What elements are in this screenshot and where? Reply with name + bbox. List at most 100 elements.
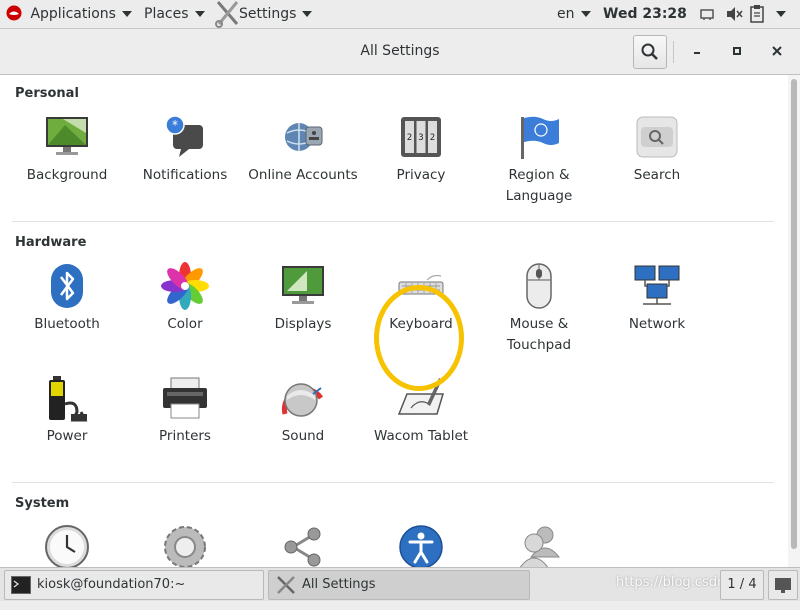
bluetooth-icon bbox=[51, 264, 83, 308]
close-button[interactable] bbox=[765, 39, 789, 63]
volume-muted-icon[interactable] bbox=[725, 0, 743, 28]
panel-users[interactable] bbox=[480, 523, 598, 567]
panel-details[interactable] bbox=[126, 523, 244, 567]
chevron-down-icon bbox=[121, 11, 132, 17]
panel-universal-access[interactable] bbox=[362, 523, 480, 567]
scrollbar-thumb[interactable] bbox=[791, 79, 797, 549]
panel-privacy[interactable]: 2 3 2 Privacy bbox=[362, 113, 480, 213]
workspace-label: 1 / 4 bbox=[727, 577, 757, 592]
svg-text:2: 2 bbox=[407, 133, 412, 143]
date-time-icon bbox=[45, 525, 89, 567]
printers-icon bbox=[163, 377, 207, 419]
search-icon bbox=[641, 43, 658, 60]
settings-panel-grid: Personal Background * Notifications Onli… bbox=[0, 75, 788, 567]
bottom-taskbar: kiosk@foundation70:~ All Settings https:… bbox=[0, 567, 800, 601]
header-bar: All Settings bbox=[0, 29, 800, 75]
window-title: All Settings bbox=[360, 43, 440, 59]
scrollbar[interactable] bbox=[788, 75, 800, 567]
notifications-icon: * bbox=[165, 115, 203, 157]
terminal-icon bbox=[11, 576, 31, 594]
settings-tools-icon bbox=[215, 1, 239, 28]
network-icon bbox=[634, 265, 680, 305]
search-button[interactable] bbox=[633, 35, 667, 69]
places-label: Places bbox=[144, 6, 189, 22]
panel-background[interactable]: Background bbox=[8, 113, 126, 213]
section-divider bbox=[12, 482, 774, 483]
panel-notifications[interactable]: * Notifications bbox=[126, 113, 244, 213]
region-language-icon bbox=[521, 116, 559, 159]
users-icon bbox=[519, 526, 561, 567]
language-indicator[interactable]: en bbox=[557, 0, 591, 28]
panel-label: Mouse & Touchpad bbox=[506, 316, 572, 353]
panel-printers[interactable]: Printers bbox=[126, 374, 244, 474]
applications-label: Applications bbox=[30, 6, 116, 22]
section-title-system: System bbox=[15, 496, 70, 511]
panel-sound[interactable]: Sound bbox=[244, 374, 362, 474]
panel-label: Sound bbox=[281, 428, 325, 444]
privacy-icon: 2 3 2 bbox=[401, 117, 441, 157]
panel-label: Wacom Tablet bbox=[373, 428, 469, 444]
color-icon bbox=[161, 262, 209, 310]
applications-menu[interactable]: Applications bbox=[6, 0, 132, 28]
maximize-icon bbox=[733, 47, 741, 55]
panel-label: Region & Language bbox=[505, 167, 573, 204]
section-divider bbox=[12, 221, 774, 222]
clock-label: Wed 23:28 bbox=[603, 6, 687, 22]
panel-mouse-touchpad[interactable]: Mouse & Touchpad bbox=[480, 262, 598, 362]
mouse-icon bbox=[526, 263, 552, 309]
clock[interactable]: Wed 23:28 bbox=[603, 0, 687, 28]
panel-search[interactable]: Search bbox=[598, 113, 716, 213]
power-icon bbox=[49, 376, 88, 422]
places-menu[interactable]: Places bbox=[144, 0, 205, 28]
highlight-circle bbox=[374, 285, 464, 391]
panel-bluetooth[interactable]: Bluetooth bbox=[8, 262, 126, 362]
details-icon bbox=[164, 526, 206, 567]
task-settings[interactable]: All Settings bbox=[268, 570, 530, 600]
maximize-button[interactable] bbox=[725, 39, 749, 63]
network-status-icon[interactable] bbox=[700, 0, 714, 28]
chevron-down-icon bbox=[302, 11, 313, 17]
panel-online-accounts[interactable]: Online Accounts bbox=[244, 113, 362, 213]
online-accounts-icon bbox=[285, 123, 323, 151]
workspace-switcher[interactable]: 1 / 4 bbox=[720, 570, 764, 600]
sound-icon bbox=[281, 383, 324, 417]
svg-text:*: * bbox=[172, 118, 178, 132]
settings-label: Settings bbox=[239, 6, 297, 22]
panel-label: Search bbox=[633, 167, 681, 183]
panel-label: Displays bbox=[274, 316, 332, 332]
background-icon bbox=[46, 117, 88, 155]
panel-displays[interactable]: Displays bbox=[244, 262, 362, 362]
panel-label: Privacy bbox=[396, 167, 446, 183]
panel-label: Background bbox=[26, 167, 108, 183]
panel-label: Color bbox=[167, 316, 203, 332]
top-panel: Applications Places Settings en Wed 23:2… bbox=[0, 0, 800, 29]
displays-icon bbox=[282, 266, 324, 304]
task-terminal[interactable]: kiosk@foundation70:~ bbox=[4, 570, 264, 600]
panel-label: Power bbox=[46, 428, 88, 444]
panel-date-time[interactable] bbox=[8, 523, 126, 567]
chevron-down-icon bbox=[580, 11, 591, 17]
settings-app-menu[interactable]: Settings bbox=[215, 0, 313, 28]
panel-sharing[interactable] bbox=[244, 523, 362, 567]
header-separator bbox=[673, 41, 674, 63]
svg-text:2: 2 bbox=[430, 133, 435, 143]
panel-power[interactable]: Power bbox=[8, 374, 126, 474]
universal-access-icon bbox=[399, 525, 443, 567]
minimize-icon bbox=[694, 52, 700, 54]
task-settings-label: All Settings bbox=[302, 577, 376, 592]
panel-network[interactable]: Network bbox=[598, 262, 716, 362]
desktop-icon bbox=[775, 578, 791, 593]
system-menu[interactable] bbox=[770, 0, 786, 28]
chevron-down-icon bbox=[194, 11, 205, 17]
panel-label: Notifications bbox=[142, 167, 228, 183]
panel-label: Network bbox=[628, 316, 686, 332]
clipboard-icon[interactable] bbox=[750, 0, 764, 28]
panel-color[interactable]: Color bbox=[126, 262, 244, 362]
minimize-button[interactable] bbox=[685, 39, 709, 63]
svg-text:3: 3 bbox=[418, 133, 423, 143]
close-icon bbox=[772, 46, 782, 56]
search-settings-icon bbox=[636, 116, 678, 158]
settings-window: All Settings Personal Background * Notif… bbox=[0, 29, 800, 567]
panel-region-language[interactable]: Region & Language bbox=[480, 113, 598, 213]
show-desktop-button[interactable] bbox=[768, 570, 798, 600]
